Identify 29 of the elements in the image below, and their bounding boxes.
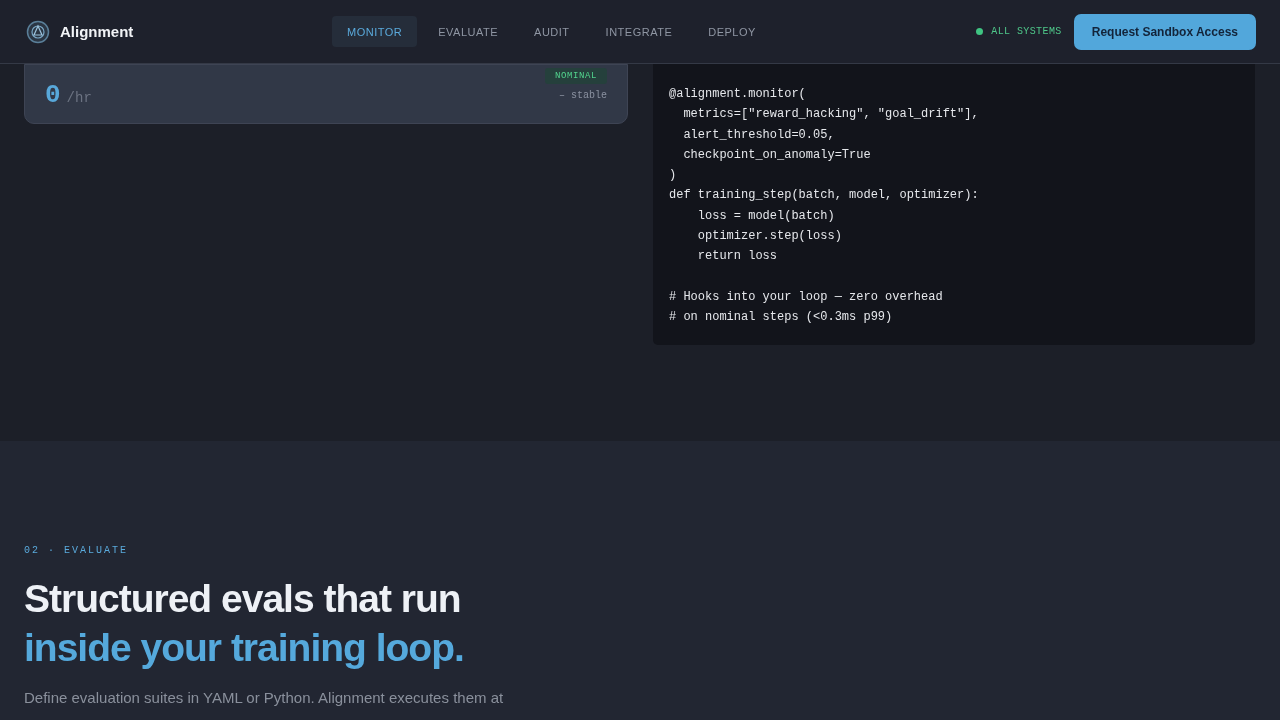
- nav-tab[interactable]: MONITOR: [332, 16, 418, 47]
- code-line: # Hooks into your loop — zero overhead: [669, 288, 943, 306]
- code-line: alert_threshold=0.05,: [682, 126, 835, 144]
- code-line: ): [669, 167, 677, 185]
- nav-tab[interactable]: INTEGRATE: [590, 16, 688, 47]
- code-line: checkpoint_on_anomaly=True: [682, 146, 871, 164]
- logo-icon: [26, 19, 50, 44]
- nav-tab[interactable]: AUDIT: [519, 16, 585, 47]
- nav-tab[interactable]: DEPLOY: [693, 16, 771, 47]
- brand-name: Alignment: [60, 23, 134, 40]
- code-line: optimizer.step(loss): [696, 228, 842, 246]
- code-line: return loss: [696, 248, 778, 266]
- request-access-button[interactable]: Request Sandbox Access: [1073, 13, 1256, 50]
- code-line: @alignment.monitor(: [669, 86, 806, 103]
- code-line: loss = model(batch): [696, 207, 835, 225]
- metric-value: 0: [45, 80, 61, 110]
- section-heading: Structured evals that run: [24, 576, 461, 622]
- metric-unit: /hr: [66, 90, 92, 106]
- section-heading-accent: inside your training loop.: [24, 625, 464, 671]
- section-description: Define evaluation suites in YAML or Python. Alignment executes them at: [24, 688, 505, 708]
- code-line: def training_step(batch, model, optimizer):: [669, 187, 979, 205]
- status-badge: NOMINAL: [545, 68, 607, 84]
- code-line: # on nominal steps (<0.3ms p99): [669, 309, 893, 327]
- status-dot: [976, 28, 984, 35]
- nav-tab[interactable]: EVALUATE: [423, 16, 514, 47]
- section-eyebrow: 02 · EVALUATE: [24, 545, 129, 556]
- code-line: metrics=["reward_hacking", "goal_drift"],: [682, 106, 979, 124]
- status-label: ALL SYSTEMS: [991, 26, 1062, 37]
- trend-label: – stable: [559, 89, 607, 101]
